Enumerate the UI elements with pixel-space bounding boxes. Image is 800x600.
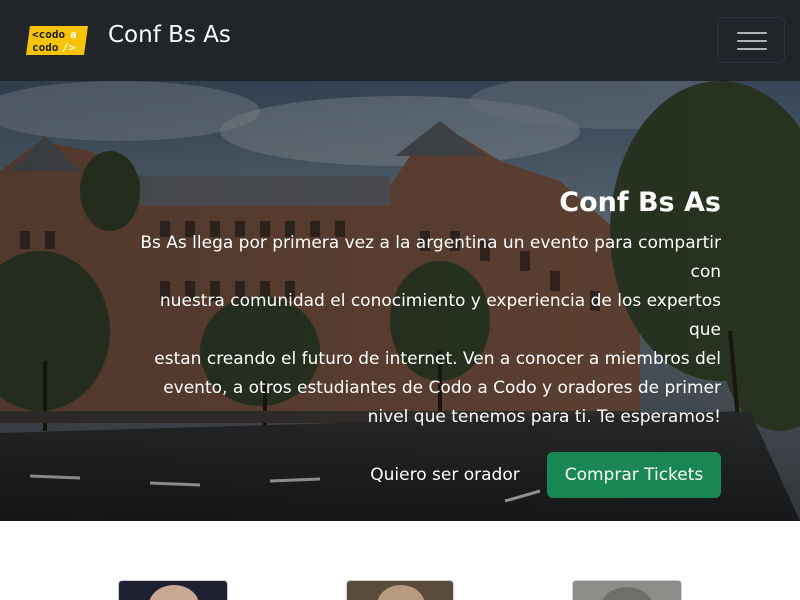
speaker-card-2[interactable] — [346, 580, 454, 600]
hero-description-line: Bs As llega por primera vez a la argenti… — [140, 233, 721, 253]
brand-title[interactable]: Conf Bs As — [108, 20, 231, 50]
hero-description-line: evento, a otros estudiantes de Codo a Co… — [163, 378, 721, 398]
logo-graphic: <codo a codo /> — [26, 26, 88, 55]
comprar-tickets-button[interactable]: Comprar Tickets — [547, 452, 721, 498]
codo-a-codo-logo[interactable]: <codo a codo /> — [26, 26, 88, 55]
svg-text:a: a — [70, 28, 77, 41]
speaker-card-3[interactable] — [572, 580, 682, 600]
svg-text:<codo: <codo — [32, 28, 65, 41]
hero-description-line: con — [690, 262, 721, 282]
speakers-section — [0, 521, 800, 600]
hero-description-line: que — [688, 320, 721, 340]
speaker-photo — [377, 585, 425, 600]
hero-title: Conf Bs As — [559, 187, 721, 218]
navbar: <codo a codo /> Conf Bs As — [0, 0, 800, 81]
hero-description: Bs As llega por primera vez a la argenti… — [126, 229, 721, 432]
hero-section: Conf Bs As Bs As llega por primera vez a… — [0, 81, 800, 521]
hero-description-line: nivel que tenemos para ti. Te esperamos! — [367, 407, 721, 427]
speaker-card-1[interactable] — [118, 580, 228, 600]
navbar-toggler-button[interactable] — [717, 17, 785, 63]
svg-text:/>: /> — [62, 41, 76, 54]
speaker-photo — [601, 587, 653, 600]
hero-description-line: estan creando el futuro de internet. Ven… — [154, 349, 721, 369]
hero-description-line: nuestra comunidad el conocimiento y expe… — [159, 291, 721, 311]
svg-text:codo: codo — [32, 41, 59, 54]
quiero-ser-orador-button[interactable]: Quiero ser orador — [360, 453, 530, 497]
speaker-photo — [149, 585, 199, 600]
hero-content: Conf Bs As Bs As llega por primera vez a… — [120, 81, 721, 521]
